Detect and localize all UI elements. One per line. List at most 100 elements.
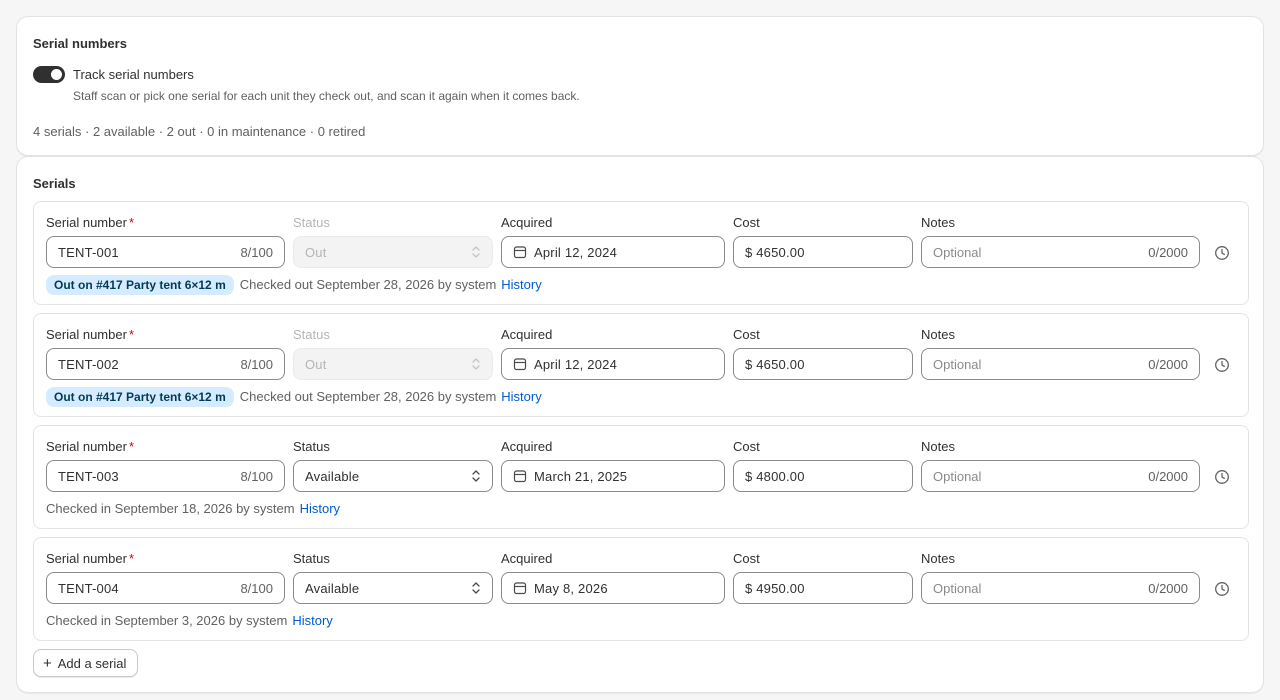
- currency-prefix: $: [745, 356, 753, 372]
- cost-label: Cost: [733, 439, 760, 454]
- acquired-date-value: April 12, 2024: [534, 244, 618, 260]
- serial-number-counter: 8/100: [240, 244, 273, 260]
- notes-placeholder: Optional: [933, 468, 982, 484]
- serial-number-counter: 8/100: [240, 468, 273, 484]
- serial-number-label: Serial number *: [46, 215, 134, 230]
- serial-meta: Checked in September 3, 2026 by system H…: [46, 610, 333, 631]
- status-value: Available: [305, 580, 360, 596]
- notes-label: Notes: [921, 551, 955, 566]
- serial-row: Serial number * Status Acquired Cost Note…: [33, 201, 1249, 305]
- acquired-date-value: May 8, 2026: [534, 580, 608, 596]
- serial-number-input[interactable]: TENT-003 8/100: [46, 460, 285, 492]
- clock-icon[interactable]: [1214, 581, 1230, 597]
- currency-prefix: $: [745, 468, 753, 484]
- history-link[interactable]: History: [501, 277, 541, 292]
- status-select: Out: [293, 236, 493, 268]
- serial-meta: Checked in September 18, 2026 by system …: [46, 498, 340, 519]
- track-serials-toggle-row: Track serial numbers: [33, 66, 194, 83]
- serial-number-counter: 8/100: [240, 356, 273, 372]
- acquired-date-value: April 12, 2024: [534, 356, 618, 372]
- status-badge: Out on #417 Party tent 6×12 m: [46, 274, 234, 295]
- serial-number-value: TENT-001: [58, 244, 119, 260]
- notes-input[interactable]: Optional 0/2000: [921, 572, 1200, 604]
- cost-value: 4650.00: [756, 356, 805, 372]
- status-label: Status: [293, 439, 330, 454]
- notes-counter: 0/2000: [1148, 244, 1188, 260]
- serial-row: Serial number * Status Acquired Cost Note…: [33, 425, 1249, 529]
- notes-input[interactable]: Optional 0/2000: [921, 236, 1200, 268]
- notes-label: Notes: [921, 327, 955, 342]
- status-select: Out: [293, 348, 493, 380]
- serial-number-counter: 8/100: [240, 580, 273, 596]
- serials-summary: 4 serials · 2 available · 2 out · 0 in m…: [33, 124, 366, 139]
- serial-number-label: Serial number *: [46, 327, 134, 342]
- acquired-label: Acquired: [501, 327, 553, 342]
- serials-card: Serials Serial number * Status Acquired C…: [16, 156, 1264, 693]
- serial-meta: Out on #417 Party tent 6×12 m Checked ou…: [46, 386, 542, 407]
- notes-label: Notes: [921, 215, 955, 230]
- checkin-meta: Checked in September 3, 2026 by system: [46, 613, 288, 628]
- calendar-icon: [513, 358, 527, 371]
- serial-row: Serial number * Status Acquired Cost Note…: [33, 313, 1249, 417]
- history-link[interactable]: History: [300, 501, 340, 516]
- acquired-label: Acquired: [501, 551, 553, 566]
- status-label: Status: [293, 551, 330, 566]
- cost-value: 4800.00: [756, 468, 805, 484]
- cost-input[interactable]: $ 4800.00: [733, 460, 913, 492]
- history-link[interactable]: History: [501, 389, 541, 404]
- serial-number-input[interactable]: TENT-001 8/100: [46, 236, 285, 268]
- track-serials-toggle[interactable]: [33, 66, 65, 83]
- serial-number-input[interactable]: TENT-002 8/100: [46, 348, 285, 380]
- cost-input[interactable]: $ 4650.00: [733, 236, 913, 268]
- cost-value: 4950.00: [756, 580, 805, 596]
- add-serial-button[interactable]: + Add a serial: [33, 649, 139, 677]
- plus-icon: +: [43, 654, 52, 672]
- select-chevron-icon: [472, 358, 480, 370]
- notes-placeholder: Optional: [933, 244, 982, 260]
- notes-counter: 0/2000: [1148, 356, 1188, 372]
- add-serial-label: Add a serial: [57, 655, 127, 671]
- serial-numbers-card: Serial numbers Track serial numbers Staf…: [16, 16, 1264, 156]
- acquired-date-value: March 21, 2025: [534, 468, 628, 484]
- history-link[interactable]: History: [292, 613, 332, 628]
- calendar-icon: [513, 470, 527, 483]
- serial-numbers-title: Serial numbers: [33, 36, 127, 51]
- serial-number-value: TENT-002: [58, 356, 119, 372]
- notes-counter: 0/2000: [1148, 580, 1188, 596]
- notes-input[interactable]: Optional 0/2000: [921, 460, 1200, 492]
- acquired-date-input[interactable]: April 12, 2024: [501, 348, 725, 380]
- required-mark: *: [128, 551, 134, 566]
- acquired-date-input[interactable]: March 21, 2025: [501, 460, 725, 492]
- cost-input[interactable]: $ 4950.00: [733, 572, 913, 604]
- notes-input[interactable]: Optional 0/2000: [921, 348, 1200, 380]
- notes-placeholder: Optional: [933, 580, 982, 596]
- acquired-label: Acquired: [501, 439, 553, 454]
- notes-placeholder: Optional: [933, 356, 982, 372]
- status-select[interactable]: Available: [293, 572, 493, 604]
- serial-number-label: Serial number *: [46, 439, 134, 454]
- checkout-meta: Checked out September 28, 2026 by system: [239, 277, 497, 292]
- cost-label: Cost: [733, 551, 760, 566]
- acquired-date-input[interactable]: May 8, 2026: [501, 572, 725, 604]
- status-value: Available: [305, 468, 360, 484]
- serials-title: Serials: [33, 176, 76, 191]
- clock-icon[interactable]: [1214, 245, 1230, 261]
- acquired-label: Acquired: [501, 215, 553, 230]
- track-serials-help: Staff scan or pick one serial for each u…: [73, 89, 580, 103]
- clock-icon[interactable]: [1214, 469, 1230, 485]
- status-select[interactable]: Available: [293, 460, 493, 492]
- serial-meta: Out on #417 Party tent 6×12 m Checked ou…: [46, 274, 542, 295]
- acquired-date-input[interactable]: April 12, 2024: [501, 236, 725, 268]
- cost-input[interactable]: $ 4650.00: [733, 348, 913, 380]
- serial-number-value: TENT-003: [58, 468, 119, 484]
- serial-number-input[interactable]: TENT-004 8/100: [46, 572, 285, 604]
- notes-label: Notes: [921, 439, 955, 454]
- serial-number-label: Serial number *: [46, 551, 134, 566]
- required-mark: *: [128, 439, 134, 454]
- currency-prefix: $: [745, 580, 753, 596]
- currency-prefix: $: [745, 244, 753, 260]
- select-chevron-icon: [472, 470, 480, 482]
- calendar-icon: [513, 246, 527, 259]
- clock-icon[interactable]: [1214, 357, 1230, 373]
- serial-number-value: TENT-004: [58, 580, 119, 596]
